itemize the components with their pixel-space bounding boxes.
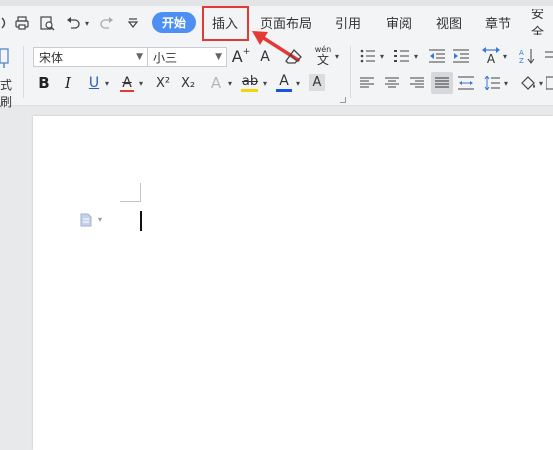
subscript-button[interactable]: X₂ [178,74,198,92]
tab-review[interactable]: 审阅 [382,9,416,35]
margin-corner-mark [140,183,141,202]
font-color-button[interactable]: A [276,72,292,90]
char-shading-glyph: A [312,75,322,90]
document-page[interactable] [33,116,553,450]
shading-fill-icon[interactable] [518,74,538,92]
margin-corner-mark [120,201,140,202]
customize-quick-access-icon[interactable] [125,14,141,32]
numbered-list-icon[interactable] [392,47,412,65]
tab-chapter[interactable]: 章节 [481,9,515,35]
clear-format-icon[interactable] [284,47,304,67]
chevron-down-icon: ▼ [215,52,222,62]
shrink-font-glyph: A [260,49,270,65]
underline-button[interactable]: U [86,74,102,92]
superscript-plus-icon: + [242,47,251,57]
bold-glyph: B [38,74,50,92]
align-left-icon[interactable] [358,74,376,92]
partial-quick-icon[interactable] [0,14,8,32]
highlight-color-bar [241,89,258,92]
justify-icon[interactable] [431,72,453,94]
chevron-down-icon: ▼ [136,52,143,62]
chevron-down-icon[interactable]: ▾ [294,78,302,88]
font-size-value: 小三 [153,50,178,65]
chevron-down-icon[interactable]: ▾ [226,78,234,88]
text-effect-glyph: A [210,74,222,92]
print-preview-icon[interactable] [38,14,56,32]
italic-glyph: I [65,74,71,92]
chevron-down-icon[interactable]: ▾ [378,51,386,61]
strike-color-bar [120,90,134,92]
line-spacing-icon[interactable] [483,74,501,92]
text-direction-button[interactable]: A [481,46,501,66]
text-direction-glyph: A [486,52,496,66]
chevron-down-icon[interactable]: ▾ [103,78,111,88]
chevron-down-icon[interactable]: ▾ [96,214,104,224]
chevron-down-icon[interactable]: ▾ [261,78,269,88]
font-size-select[interactable]: 小三 ▼ [147,47,227,67]
separator [23,46,24,98]
format-painter-icon[interactable] [0,46,10,70]
chevron-down-icon[interactable]: ▾ [502,78,510,88]
phonetic-guide-button[interactable]: wén 文 [313,44,333,68]
highlight-button[interactable]: ab [240,72,260,90]
separator [350,46,351,98]
chevron-down-icon[interactable]: ▾ [333,51,341,61]
tab-start[interactable]: 开始 [152,12,196,33]
text-effect-button[interactable]: A [207,74,225,92]
chevron-down-icon[interactable]: ▾ [501,51,509,61]
superscript-button[interactable]: X² [153,74,173,92]
borders-icon[interactable] [546,74,553,92]
tab-view[interactable]: 视图 [432,9,466,35]
chevron-down-icon[interactable]: ▾ [412,51,420,61]
sort-icon[interactable]: AZ [518,47,536,65]
text-cursor [140,211,142,231]
font-family-value: 宋体 [39,50,64,65]
font-dialog-launcher-icon[interactable] [340,97,346,103]
redo-icon[interactable] [98,14,116,32]
format-painter-label[interactable]: 式刷 [0,76,22,109]
distributed-align-icon[interactable] [457,74,475,92]
subscript-glyph: X₂ [180,75,196,91]
grow-font-button[interactable]: A + [231,46,251,66]
superscript-glyph: X² [155,75,171,91]
strike-glyph: A [122,75,132,91]
decrease-indent-icon[interactable] [428,47,446,65]
insert-tab-highlight [202,6,249,41]
bullet-list-icon[interactable] [358,47,378,65]
chevron-down-icon[interactable]: ▾ [537,78,545,88]
char-shading-button[interactable]: A [309,74,325,91]
align-right-icon[interactable] [408,74,426,92]
phonetic-char-icon: 文 [316,53,329,67]
tab-references[interactable]: 引用 [331,9,365,35]
shrink-font-button[interactable]: A [257,48,273,66]
underline-glyph: U [88,75,100,91]
align-center-icon[interactable] [383,74,401,92]
bold-button[interactable]: B [36,74,52,92]
font-family-select[interactable]: 宋体 ▼ [33,47,148,67]
chevron-down-icon[interactable]: ▾ [137,78,145,88]
font-color-bar [276,89,292,92]
undo-icon[interactable] [64,14,82,32]
print-icon[interactable] [13,14,31,32]
svg-text:A: A [519,49,524,57]
svg-text:Z: Z [519,57,524,64]
show-marks-icon[interactable] [545,47,553,65]
font-color-glyph: A [279,73,289,89]
grow-font-glyph: A [231,46,243,66]
italic-button[interactable]: I [60,74,76,92]
document-paragraph-icon[interactable] [79,212,93,228]
increase-indent-icon[interactable] [452,47,470,65]
highlight-glyph: ab [241,73,259,89]
undo-dropdown-icon[interactable]: ▾ [83,17,91,29]
tab-security[interactable]: 安全 [531,9,553,35]
